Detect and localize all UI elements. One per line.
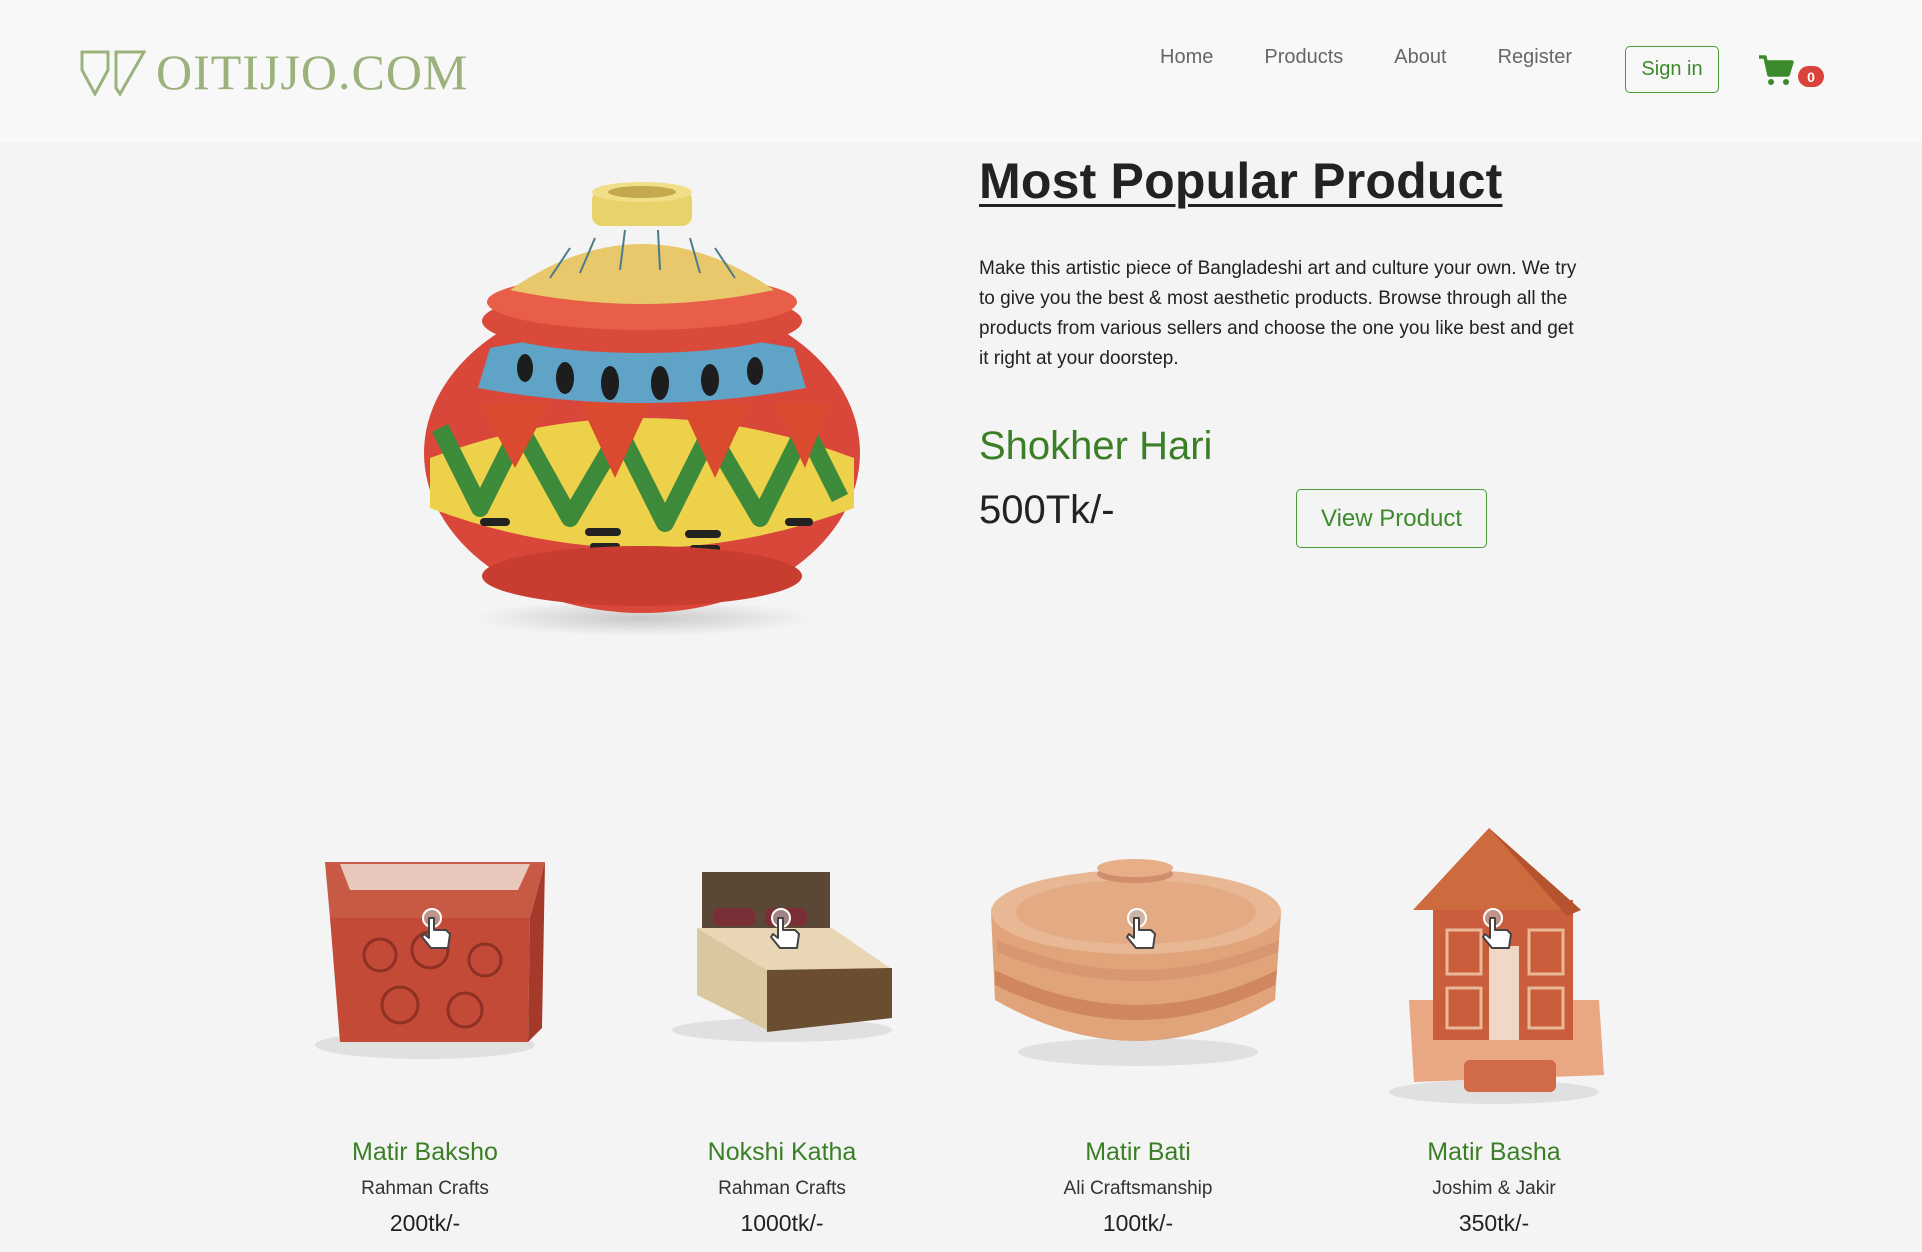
- view-product-button[interactable]: View Product: [1296, 489, 1487, 548]
- product-price: 350tk/-: [1458, 1210, 1530, 1236]
- cart-button[interactable]: 0: [1758, 52, 1824, 87]
- product-name[interactable]: Matir Bati: [973, 1138, 1303, 1167]
- hand-pointer-icon: [1482, 908, 1512, 949]
- featured-product-price: 500Tk/-: [979, 488, 1115, 532]
- product-image[interactable]: [1329, 820, 1659, 1120]
- product-seller: Rahman Crafts: [361, 1178, 489, 1199]
- brand-logo[interactable]: OITIJJO.COM: [80, 44, 468, 100]
- nav-register[interactable]: Register: [1498, 46, 1572, 69]
- product-card-nokshi-katha[interactable]: Nokshi Katha Rahman Crafts 1000tk/-: [617, 820, 947, 1252]
- product-image[interactable]: [260, 820, 590, 1120]
- product-price: 100tk/-: [1102, 1210, 1174, 1236]
- hero-description: Make this artistic piece of Bangladeshi …: [979, 258, 1577, 369]
- hand-pointer-icon: [421, 908, 451, 949]
- product-image[interactable]: [973, 820, 1303, 1120]
- product-price: 1000tk/-: [740, 1210, 824, 1236]
- product-seller: Ali Craftsmanship: [1063, 1178, 1213, 1199]
- brand-name: OITIJJO.COM: [156, 44, 469, 100]
- product-card-matir-bati[interactable]: Matir Bati Ali Craftsmanship 100tk/-: [973, 820, 1303, 1252]
- product-seller: Rahman Crafts: [718, 1178, 846, 1199]
- hand-pointer-icon: [1126, 908, 1156, 949]
- product-name[interactable]: Nokshi Katha: [617, 1138, 947, 1167]
- product-image[interactable]: [617, 820, 947, 1120]
- product-card-matir-baksho[interactable]: Matir Baksho Rahman Crafts 200tk/-: [260, 820, 590, 1252]
- cart-count-badge: 0: [1798, 66, 1824, 87]
- hero-title: Most Popular Product: [979, 153, 1503, 209]
- hero-product-image[interactable]: [420, 178, 865, 638]
- product-price: 200tk/-: [389, 1210, 461, 1236]
- featured-product-name: Shokher Hari: [979, 424, 1213, 468]
- logo-icon: [80, 50, 146, 96]
- nav-products[interactable]: Products: [1264, 46, 1343, 69]
- product-name[interactable]: Matir Basha: [1329, 1138, 1659, 1167]
- nav-links: Home Products About Register: [1160, 46, 1623, 69]
- hand-pointer-icon: [770, 908, 800, 949]
- navbar: OITIJJO.COM Home Products About Register…: [0, 0, 1922, 142]
- product-name[interactable]: Matir Baksho: [260, 1138, 590, 1167]
- nav-about[interactable]: About: [1394, 46, 1446, 69]
- product-seller: Joshim & Jakir: [1432, 1178, 1556, 1199]
- nav-home[interactable]: Home: [1160, 46, 1213, 69]
- sign-in-button[interactable]: Sign in: [1625, 46, 1719, 93]
- product-card-matir-basha[interactable]: Matir Basha Joshim & Jakir 350tk/-: [1329, 820, 1659, 1252]
- shopping-cart-icon: [1759, 54, 1794, 85]
